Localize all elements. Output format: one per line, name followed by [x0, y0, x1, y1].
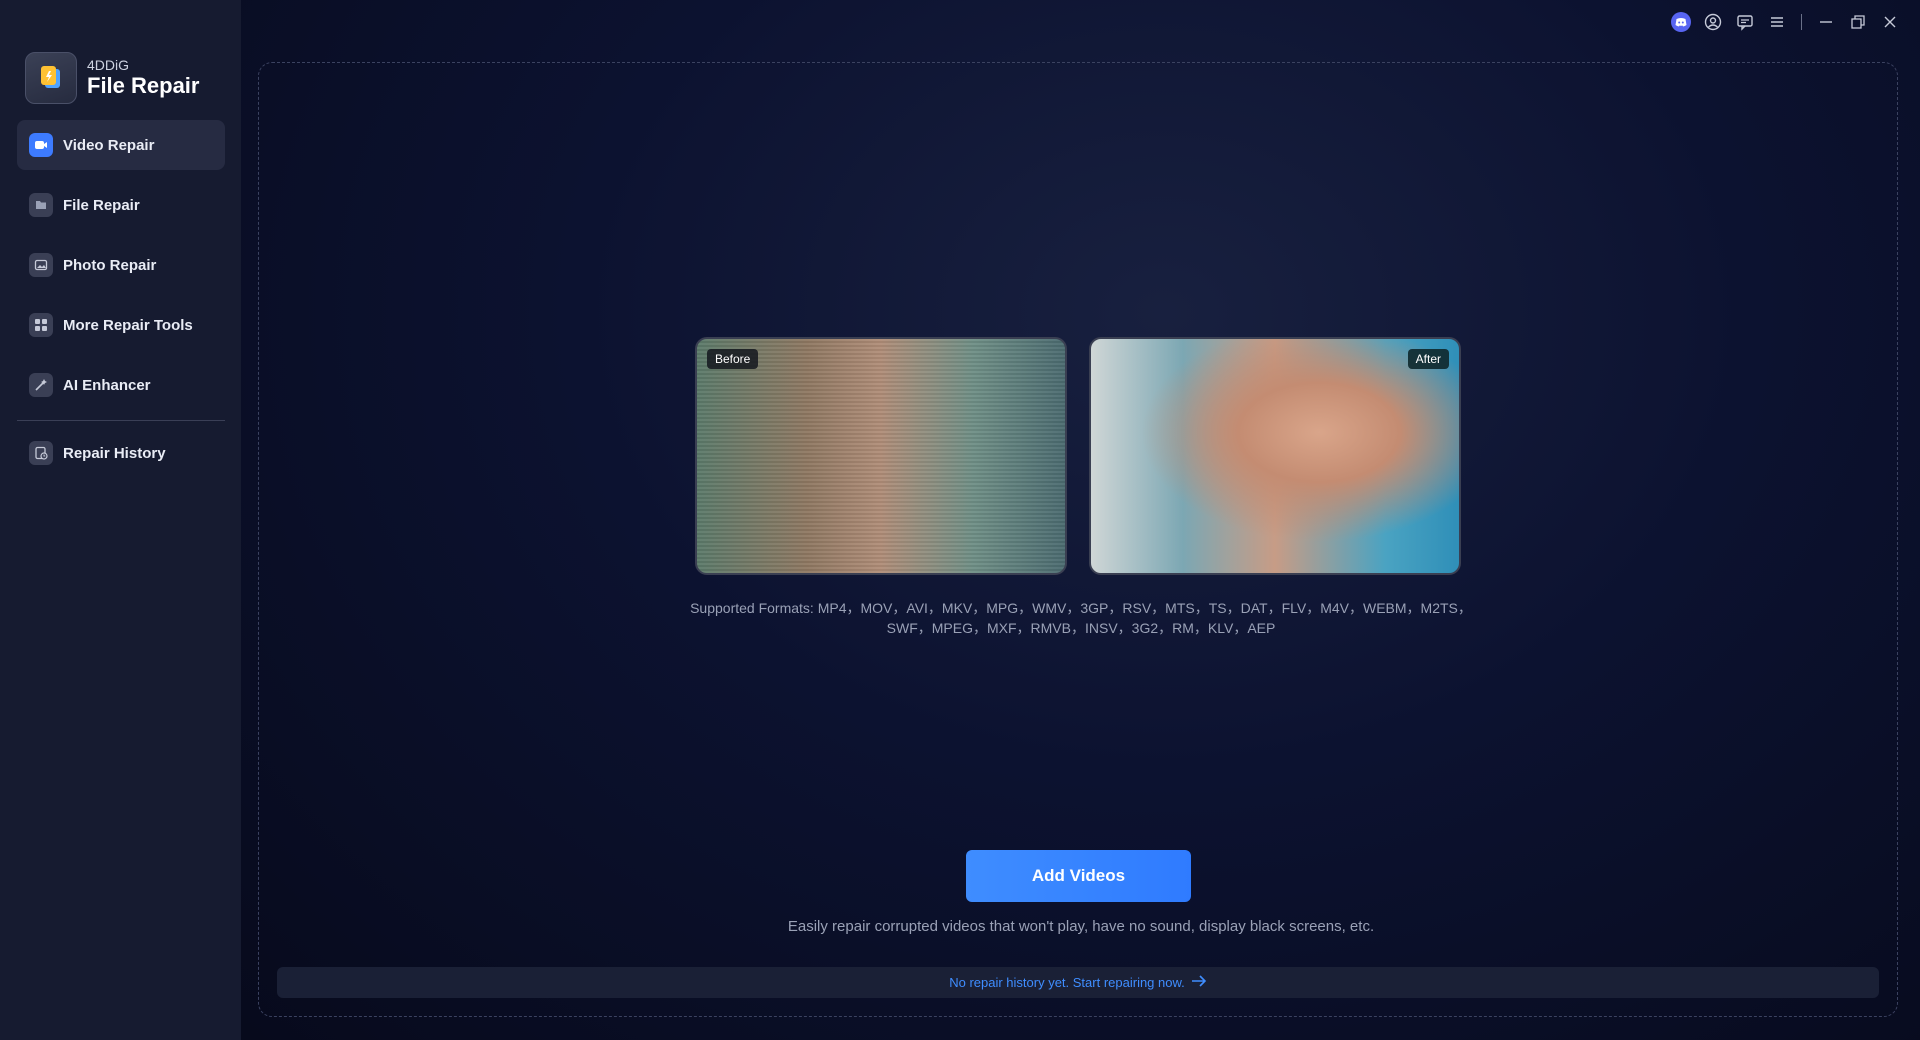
sidebar-item-label: More Repair Tools: [63, 316, 193, 334]
sidebar-item-label: AI Enhancer: [63, 376, 151, 394]
add-videos-button[interactable]: Add Videos: [966, 850, 1191, 902]
magic-wand-icon: [29, 373, 53, 397]
app-window: 4DDiG File Repair Video Repair File Repa…: [0, 0, 1920, 1040]
sidebar-item-repair-history[interactable]: Repair History: [17, 428, 225, 478]
sidebar-item-label: Video Repair: [63, 136, 155, 154]
brand: 4DDiG File Repair: [25, 52, 199, 104]
sidebar-item-file-repair[interactable]: File Repair: [17, 180, 225, 230]
sidebar-nav: Video Repair File Repair Photo Repair Mo…: [17, 120, 225, 420]
close-icon[interactable]: [1874, 10, 1906, 34]
feedback-icon[interactable]: [1729, 10, 1761, 34]
sidebar-item-photo-repair[interactable]: Photo Repair: [17, 240, 225, 290]
after-badge: After: [1407, 349, 1449, 369]
grid-icon: [29, 313, 53, 337]
file-icon: [29, 193, 53, 217]
before-badge: Before: [707, 349, 759, 369]
restore-icon[interactable]: [1842, 10, 1874, 34]
brand-company: 4DDiG: [87, 57, 130, 73]
formats-line-2: SWF，MPEG，MXF，RMVB，INSV，3G2，RM，KLV，AEP: [886, 620, 1276, 636]
sidebar-item-label: Repair History: [63, 444, 166, 462]
photo-icon: [29, 253, 53, 277]
menu-icon[interactable]: [1761, 10, 1793, 34]
repair-history-link[interactable]: No repair history yet. Start repairing n…: [277, 967, 1879, 998]
sidebar-item-ai-enhancer[interactable]: AI Enhancer: [17, 360, 225, 410]
sidebar-divider: [17, 420, 225, 421]
before-image: Before: [695, 337, 1067, 575]
app-logo-icon: [25, 52, 77, 104]
brand-product: File Repair: [87, 73, 200, 98]
titlebar: [1665, 10, 1906, 34]
repair-history-text: No repair history yet. Start repairing n…: [949, 975, 1185, 990]
formats-line-1: MP4，MOV，AVI，MKV，MPG，WMV，3GP，RSV，MTS，TS，D…: [817, 600, 1472, 616]
sidebar-item-label: File Repair: [63, 196, 140, 214]
arrow-right-icon: [1191, 975, 1207, 990]
sidebar-item-video-repair[interactable]: Video Repair: [17, 120, 225, 170]
before-after-preview: Before After: [695, 337, 1461, 575]
main-panel: Before After Supported Formats: MP4，MOV，…: [241, 0, 1920, 1040]
history-icon: [29, 441, 53, 465]
repair-hint: Easily repair corrupted videos that won'…: [787, 918, 1375, 935]
sidebar-item-label: Photo Repair: [63, 256, 157, 274]
minimize-icon[interactable]: [1810, 10, 1842, 34]
supported-formats: Supported Formats: MP4，MOV，AVI，MKV，MPG，W…: [671, 598, 1491, 638]
after-image: After: [1089, 337, 1461, 575]
sidebar-item-more-repair-tools[interactable]: More Repair Tools: [17, 300, 225, 350]
titlebar-separator: [1801, 14, 1802, 30]
video-icon: [29, 133, 53, 157]
sidebar: 4DDiG File Repair Video Repair File Repa…: [0, 0, 241, 1040]
account-icon[interactable]: [1697, 10, 1729, 34]
discord-icon[interactable]: [1665, 10, 1697, 34]
formats-prefix: Supported Formats:: [690, 600, 814, 616]
